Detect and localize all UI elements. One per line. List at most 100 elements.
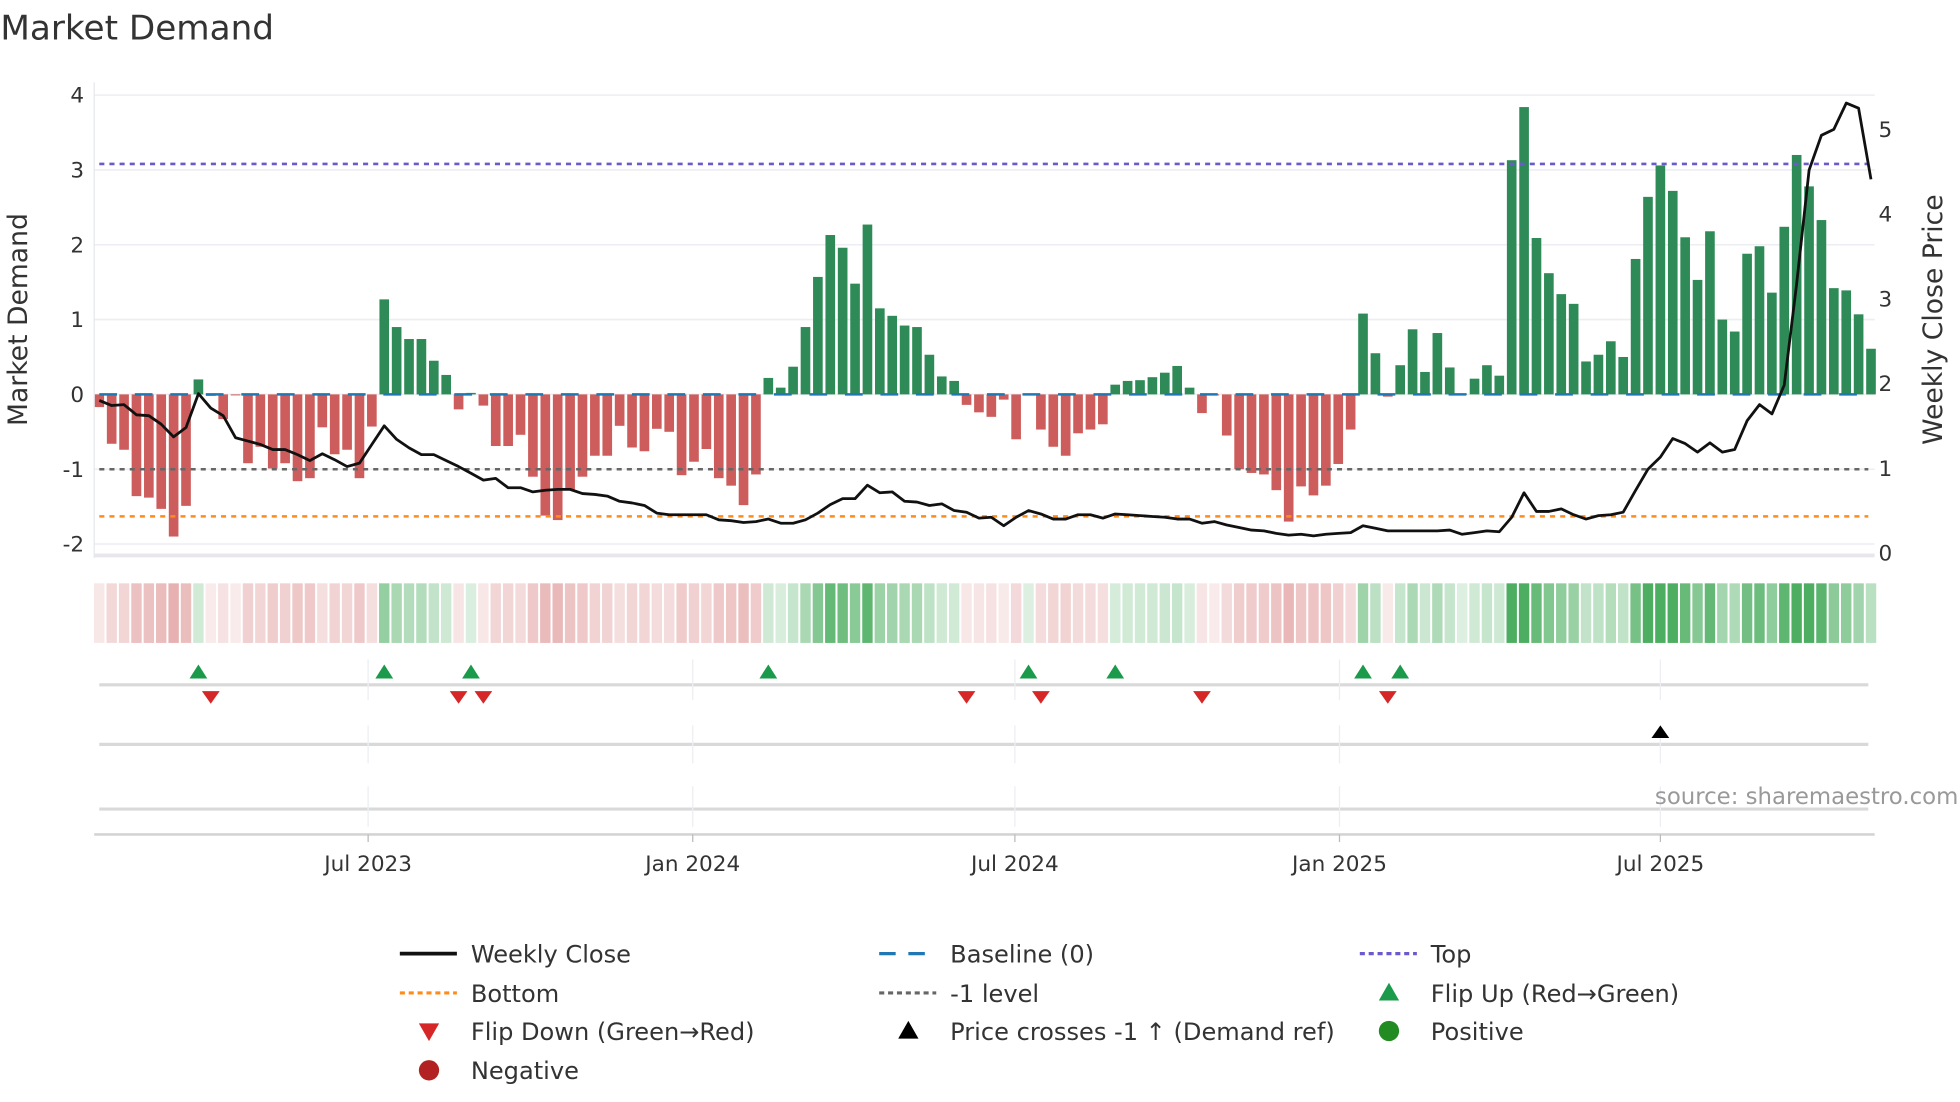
market-demand-chart: Market Demand -2 -1 0 1 2 3 4 0 1 2 3 4 5 Market Dem… [0, 8, 1958, 1085]
x-tick-label: Jan 2024 [643, 852, 740, 877]
demand-bar [1680, 237, 1690, 395]
heat-cell [651, 583, 663, 643]
heat-cell [1717, 583, 1728, 643]
flip-up-marker [189, 664, 208, 679]
demand-bar [1197, 394, 1207, 414]
demand-bar [255, 394, 266, 447]
heat-cell [1556, 583, 1567, 643]
heat-cell [1766, 583, 1778, 643]
heat-cell [1085, 583, 1096, 643]
heat-cell [1097, 583, 1109, 643]
demand-heat-strip [94, 583, 1877, 643]
heat-cell [787, 583, 799, 643]
heat-cell [1518, 583, 1530, 643]
demand-bar [1184, 387, 1195, 395]
y-tick-label: -2 [63, 533, 84, 558]
legend-label: Weekly Close [471, 941, 631, 969]
heat-cell [602, 583, 613, 643]
heat-cell [738, 583, 749, 643]
demand-bar [1098, 394, 1108, 425]
legend-label: Top [1430, 941, 1472, 969]
demand-bar [1271, 394, 1282, 491]
heat-cell [1469, 583, 1480, 643]
heat-cell [614, 583, 625, 643]
heat-cell [961, 583, 972, 643]
demand-bar [1469, 378, 1480, 395]
heat-cell [887, 583, 898, 643]
demand-bar [986, 394, 997, 417]
demand-bar [701, 394, 712, 450]
heat-cell [1679, 583, 1691, 643]
heat-cell [564, 583, 576, 643]
flip-up-marker [1019, 664, 1038, 679]
negative-dot-icon [418, 1060, 440, 1081]
flip-markers: Jul 2023 Jan 2024 Jul 2024 Jan 2025 Jul 2025 [94, 659, 1875, 877]
demand-bar [540, 394, 551, 516]
demand-bar [1494, 375, 1505, 395]
x-tick-label: Jul 2025 [1615, 852, 1705, 877]
heat-cell [1035, 583, 1047, 643]
y2-tick-label: 3 [1878, 287, 1892, 312]
heat-cell [341, 583, 353, 643]
flip-up-marker [1391, 664, 1410, 679]
demand-bar [1816, 220, 1827, 395]
heat-cell [986, 583, 997, 643]
heat-cell [664, 583, 675, 643]
demand-bar [924, 354, 935, 395]
heat-cell [1209, 583, 1220, 643]
legend-label: Negative [471, 1057, 579, 1085]
demand-bar [1779, 226, 1790, 395]
demand-bar [428, 360, 439, 395]
demand-bar [1531, 238, 1542, 395]
heat-cell [1841, 583, 1852, 643]
y-tick-label: 1 [70, 308, 84, 333]
flip-down-marker [201, 691, 220, 704]
heat-cell [1630, 583, 1641, 643]
heat-cell [552, 583, 563, 643]
heat-cell [1370, 583, 1381, 643]
demand-bar [1048, 394, 1059, 447]
demand-bar [503, 394, 513, 447]
y-tick-label: 4 [70, 84, 84, 109]
legend-item: Bottom [399, 980, 559, 1008]
legend-item: Flip Down (Green→Red) [418, 1018, 755, 1046]
heat-cell [366, 583, 378, 643]
heat-cell [1320, 583, 1332, 643]
demand-bar [1110, 384, 1121, 395]
y2-tick-label: 0 [1878, 542, 1892, 567]
demand-bar [1519, 107, 1529, 395]
heat-cell [279, 583, 291, 643]
heat-cell [465, 583, 477, 643]
demand-bar [837, 247, 848, 395]
heat-cell [1754, 583, 1765, 643]
x-tick-label: Jan 2025 [1290, 852, 1387, 877]
triangle-up-icon [1378, 982, 1400, 1001]
demand-bar [961, 394, 972, 405]
flip-up-marker [1106, 664, 1125, 679]
heat-cell [502, 583, 514, 643]
demand-bar [1333, 394, 1344, 464]
heat-cell [899, 583, 910, 643]
heat-cell [750, 583, 762, 643]
demand-bar [1234, 394, 1244, 470]
y-tick-label: -1 [63, 458, 84, 483]
demand-bar [565, 394, 575, 490]
heat-cell [763, 583, 774, 643]
legend-label: -1 level [950, 980, 1039, 1008]
legend-item: Flip Up (Red→Green) [1378, 980, 1679, 1008]
demand-bar [850, 283, 860, 395]
demand-bar [577, 394, 588, 477]
heat-cell [1531, 583, 1542, 643]
heat-cell [440, 583, 452, 643]
heat-cell [1295, 583, 1307, 643]
heat-cell [713, 583, 724, 643]
flip-down-marker [1378, 691, 1397, 704]
heat-cell [428, 583, 440, 643]
y-tick-label: 3 [70, 159, 84, 184]
heat-cell [205, 583, 216, 643]
demand-bar [1593, 354, 1604, 395]
demand-bar [738, 394, 749, 506]
demand-bar [1829, 288, 1839, 395]
heat-cell [1692, 583, 1703, 643]
demand-bar [651, 394, 662, 429]
